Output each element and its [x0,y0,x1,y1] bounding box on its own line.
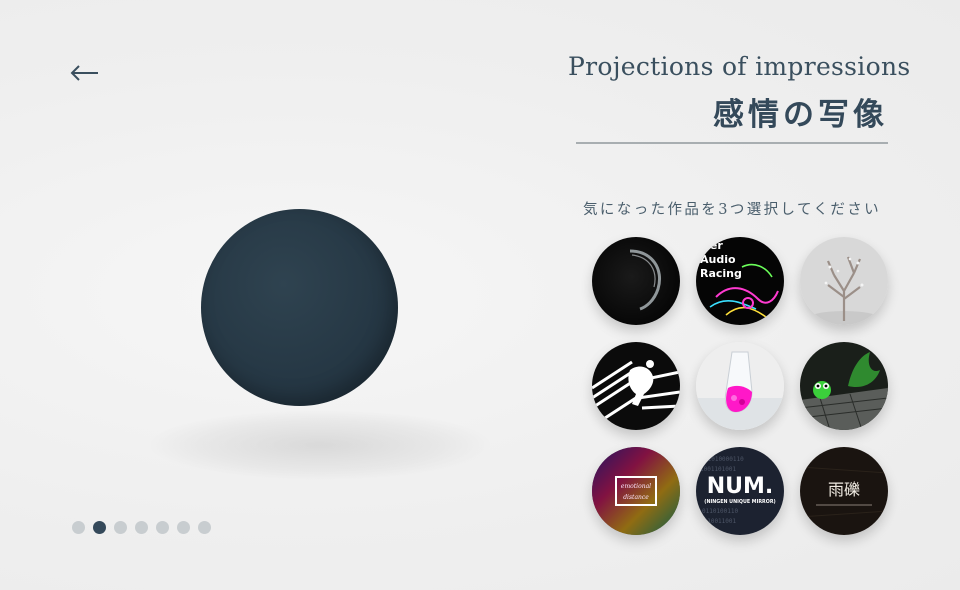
pager-dot-2[interactable] [93,521,106,534]
page-title-block: Projections of impressions 感情の写像 [568,52,911,134]
work-thumbnail-5[interactable] [696,342,784,430]
page-title-japanese: 感情の写像 [713,97,888,133]
pager-dot-6[interactable] [177,521,190,534]
pager-dot-7[interactable] [198,521,211,534]
back-button[interactable] [68,58,102,88]
works-grid: per Audio Racing emotional distance 0101… [592,237,888,535]
svg-text:01010000110: 01010000110 [704,456,744,463]
work-8-title: NUM. [707,474,774,499]
page-title-english: Projections of impressions [568,52,911,81]
work-thumbnail-3[interactable] [800,237,888,325]
svg-text:distance: distance [623,494,649,501]
work-thumbnail-1[interactable] [592,237,680,325]
svg-text:0110100110: 0110100110 [702,508,739,515]
work-thumbnail-7[interactable]: emotional distance [592,447,680,535]
svg-text:Racing: Racing [700,267,742,280]
work-thumbnail-4[interactable] [592,342,680,430]
work-thumbnail-9[interactable]: 雨礫 [800,447,888,535]
svg-text:emotional: emotional [621,483,651,490]
svg-text:1010011001: 1010011001 [700,518,737,525]
title-divider [576,142,888,144]
selection-instruction: 気になった作品を3つ選択してください [583,202,882,218]
arrow-left-icon [70,65,98,81]
work-thumbnail-6[interactable] [800,342,888,430]
pager-dot-3[interactable] [114,521,127,534]
work-thumbnail-8[interactable]: 01010000110 1001101001 0110100110 10100110… [696,447,784,535]
svg-text:Audio: Audio [700,253,736,266]
pager-dot-5[interactable] [156,521,169,534]
svg-text:per: per [702,239,723,252]
svg-text:1001101001: 1001101001 [700,466,737,473]
work-9-title: 雨礫 [828,480,860,499]
impression-sphere [201,209,398,406]
work-thumbnail-2[interactable]: per Audio Racing [696,237,784,325]
work-8-subtitle: (NINGEN UNIQUE MIRROR) [704,499,775,505]
sphere-shadow [150,410,490,480]
pager-dot-4[interactable] [135,521,148,534]
pager-dots [72,521,211,534]
pager-dot-1[interactable] [72,521,85,534]
